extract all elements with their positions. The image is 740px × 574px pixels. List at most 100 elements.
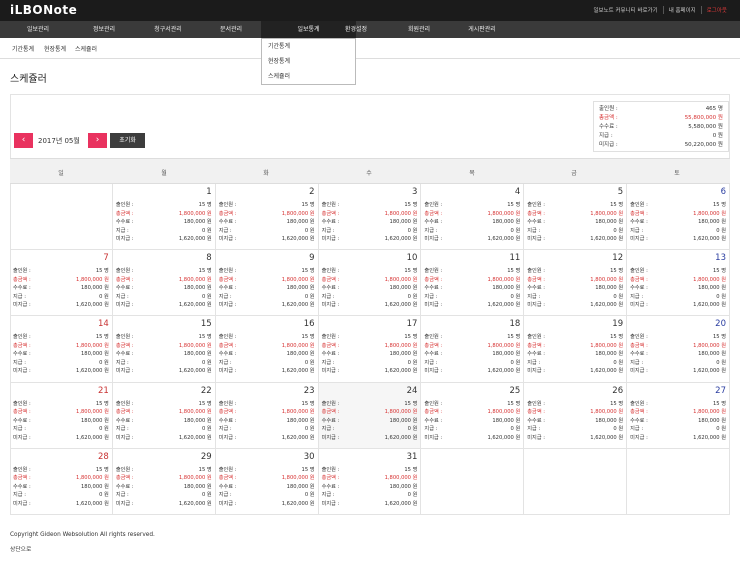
- day-stat-row: 수수료 : 180,000 원: [13, 350, 109, 359]
- day-stat-label: 수수료 :: [115, 417, 134, 424]
- subnav-scheduler[interactable]: 스케쥴러: [75, 44, 97, 53]
- day-number[interactable]: 21: [98, 386, 109, 396]
- day-number[interactable]: 11: [509, 253, 520, 263]
- nav-item-documents[interactable]: 문서관리: [195, 21, 267, 38]
- day-number[interactable]: 25: [509, 386, 520, 396]
- day-stat-row: 수수료 : 180,000 원: [527, 284, 623, 293]
- day-number[interactable]: 1: [206, 187, 211, 197]
- day-number[interactable]: 31: [407, 452, 418, 462]
- day-stats: 출인원 : 15 명 총금액 : 1,800,000 원 수수료 : 180,000 원지…: [527, 400, 623, 443]
- day-number[interactable]: 29: [201, 452, 212, 462]
- day-stat-value: 0 원: [99, 426, 109, 433]
- day-stat-row: 지급 : 0 원: [13, 425, 109, 434]
- subnav-site-stats[interactable]: 현장통계: [44, 44, 66, 53]
- day-stat-row: 미지급 : 1,620,000 원: [630, 434, 726, 443]
- day-number[interactable]: 7: [103, 253, 108, 263]
- day-number[interactable]: 26: [612, 386, 623, 396]
- day-number[interactable]: 13: [715, 253, 726, 263]
- day-number[interactable]: 9: [309, 253, 314, 263]
- nav-item-members[interactable]: 회원관리: [383, 21, 455, 38]
- day-stat-label: 총금액 :: [218, 475, 237, 482]
- community-link[interactable]: 일보노트 커뮤니티 바로가기: [588, 6, 662, 14]
- day-number[interactable]: 3: [412, 187, 417, 197]
- nav-item-invoice[interactable]: 청구서관리: [132, 21, 204, 38]
- day-stats: 출인원 : 15 명 총금액 : 1,800,000 원 수수료 : 180,000 원지…: [322, 400, 418, 443]
- nav-item-board[interactable]: 게시판관리: [446, 21, 518, 38]
- day-stat-row: 지급 : 0 원: [424, 359, 520, 368]
- day-stat-label: 출인원 :: [321, 334, 340, 341]
- day-stat-label: 지급 :: [321, 359, 335, 366]
- day-number[interactable]: 19: [612, 319, 623, 329]
- day-stat-label: 수수료 :: [424, 219, 443, 225]
- day-stat-label: 미지급 :: [218, 236, 237, 242]
- logo[interactable]: iLBONote: [10, 3, 77, 17]
- day-stat-row: 출인원 : 15 명: [630, 400, 726, 409]
- day-stat-label: 총금액 :: [527, 409, 545, 416]
- day-stat-row: 수수료 : 180,000 원: [630, 417, 726, 426]
- day-number[interactable]: 5: [618, 187, 623, 197]
- nav-item-info[interactable]: 정보관리: [68, 21, 140, 38]
- day-number[interactable]: 2: [309, 187, 314, 197]
- day-stat-row: 지급 : 0 원: [322, 425, 418, 434]
- day-stat-label: 총금액 :: [527, 210, 545, 217]
- day-stats: 출인원 : 15 명 총금액 : 1,800,000 원 수수료 : 180,000 원지…: [322, 333, 418, 376]
- next-month-button[interactable]: ›: [88, 133, 107, 148]
- day-number[interactable]: 12: [612, 253, 623, 263]
- day-number[interactable]: 28: [98, 452, 109, 462]
- day-number[interactable]: 24: [407, 386, 418, 396]
- day-cell: 31 출인원 : 15 명 총금액 : 1,800,000 원 수수료 : 180,000 …: [318, 448, 422, 515]
- my-homepage-link[interactable]: 내 홈페이지: [662, 6, 701, 14]
- day-number[interactable]: 10: [407, 253, 418, 263]
- subnav-period-stats[interactable]: 기간통계: [12, 44, 34, 53]
- day-number[interactable]: 23: [304, 386, 315, 396]
- day-number[interactable]: 30: [304, 452, 315, 462]
- day-stat-label: 지급 :: [13, 426, 26, 433]
- day-stat-label: 미지급 :: [630, 434, 648, 441]
- day-stat-row: 총금액 : 1,800,000 원: [13, 342, 109, 351]
- day-number[interactable]: 14: [98, 319, 109, 329]
- day-stat-row: 미지급 : 1,620,000 원: [424, 235, 520, 244]
- day-number[interactable]: 18: [509, 319, 520, 329]
- day-stat-value: 15 명: [712, 268, 726, 275]
- day-stat-label: 미지급 :: [321, 302, 340, 309]
- day-stat-label: 출인원 :: [13, 334, 31, 341]
- day-stat-label: 지급 :: [13, 492, 26, 499]
- day-stat-label: 출인원 :: [115, 400, 134, 407]
- day-stat-value: 0 원: [201, 426, 212, 433]
- summary-value: 0 원: [712, 133, 723, 139]
- day-stat-value: 15 명: [404, 400, 418, 407]
- reset-button[interactable]: 초기화: [110, 133, 145, 148]
- day-number[interactable]: 8: [206, 253, 211, 263]
- back-to-top-link[interactable]: 상단으로: [10, 544, 31, 553]
- day-stat-row: 수수료 : 180,000 원: [219, 417, 315, 426]
- nav-item-daily[interactable]: 일보관리: [2, 21, 74, 38]
- day-stat-row: 지급 : 0 원: [13, 491, 109, 500]
- day-number[interactable]: 20: [715, 319, 726, 329]
- day-cell: 10 출인원 : 15 명 총금액 : 1,800,000 원 수수료 : 180,000 …: [318, 250, 422, 317]
- day-number[interactable]: 15: [201, 319, 212, 329]
- day-number[interactable]: 6: [721, 187, 726, 197]
- nav-item-settings[interactable]: 환경설정: [320, 21, 392, 38]
- day-stat-row: 수수료 : 180,000 원: [630, 350, 726, 359]
- day-stat-value: 0 원: [510, 359, 521, 366]
- dropdown-item-scheduler[interactable]: 스케쥴러: [262, 69, 355, 84]
- day-number[interactable]: 17: [407, 319, 418, 329]
- day-number[interactable]: 22: [201, 386, 212, 396]
- day-stat-value: 15 명: [198, 202, 212, 208]
- day-stat-label: 지급 :: [424, 293, 438, 300]
- dropdown-item-site-stats[interactable]: 현장통계: [262, 54, 355, 69]
- day-number[interactable]: 27: [715, 386, 726, 396]
- dropdown-item-period-stats[interactable]: 기간통계: [262, 39, 355, 54]
- day-number[interactable]: 16: [304, 319, 315, 329]
- day-stat-label: 미지급 :: [218, 302, 237, 309]
- day-stats: 출인원 : 15 명 총금액 : 1,800,000 원 수수료 : 180,000 원지…: [322, 201, 418, 244]
- prev-month-button[interactable]: ‹: [14, 133, 33, 148]
- day-stat-value: 1,620,000 원: [590, 302, 624, 309]
- day-stat-label: 총금액 :: [321, 276, 340, 283]
- day-stat-row: 총금액 : 1,800,000 원: [527, 210, 623, 219]
- logout-link[interactable]: 로그아웃: [700, 6, 732, 14]
- day-stat-value: 0 원: [613, 227, 624, 234]
- day-stat-value: 1,620,000 원: [178, 368, 212, 375]
- day-number[interactable]: 4: [515, 187, 520, 197]
- day-stat-label: 출인원 :: [424, 400, 443, 407]
